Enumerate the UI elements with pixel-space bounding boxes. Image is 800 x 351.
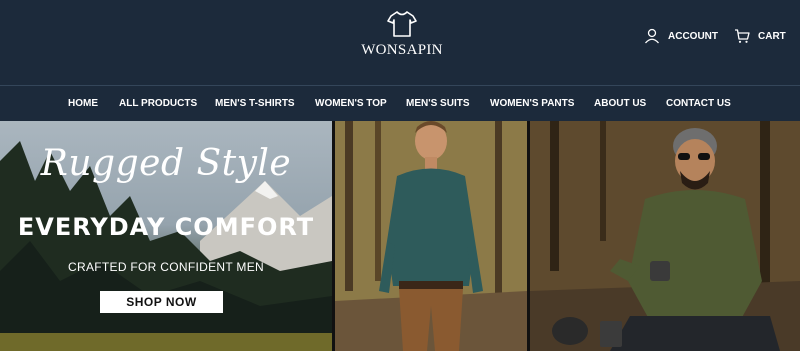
hero-script-title: Rugged Style (40, 143, 292, 184)
nav-home[interactable]: HOME (68, 98, 98, 109)
nav-about-us[interactable]: ABOUT US (594, 98, 646, 109)
main-nav: HOME ALL PRODUCTS MEN'S T-SHIRTS WOMEN'S… (0, 86, 800, 121)
user-icon (645, 28, 659, 44)
hero-headline: EVERYDAY COMFORT (17, 213, 315, 241)
hero-banner: Rugged Style EVERYDAY COMFORT CRAFTED FO… (0, 121, 800, 351)
cart-link[interactable]: CART (734, 27, 786, 45)
hero-panel-mountains: Rugged Style EVERYDAY COMFORT CRAFTED FO… (0, 121, 332, 351)
nav-womens-top[interactable]: WOMEN'S TOP (315, 98, 387, 109)
nav-womens-pants[interactable]: WOMEN'S PANTS (490, 98, 574, 109)
site-header: WONSAPIN ACCOUNT CART (0, 0, 800, 86)
nav-mens-suits[interactable]: MEN'S SUITS (406, 98, 470, 109)
hero-subline: CRAFTED FOR CONFIDENT MEN (68, 260, 264, 274)
cart-icon (735, 29, 750, 43)
model-jacket-illustration (530, 121, 800, 351)
nav-contact-us[interactable]: CONTACT US (666, 98, 731, 109)
nav-all-products[interactable]: ALL PRODUCTS (119, 98, 197, 109)
model-henley-illustration (335, 121, 527, 351)
account-link[interactable]: ACCOUNT (644, 27, 718, 45)
hero-panel-model-jacket (530, 121, 800, 351)
nav-mens-tshirts[interactable]: MEN'S T-SHIRTS (215, 98, 295, 109)
brand-name: WONSAPIN (361, 42, 443, 58)
hero-panel-model-henley (335, 121, 527, 351)
shop-now-button[interactable]: SHOP NOW (100, 291, 223, 313)
account-label: ACCOUNT (668, 30, 718, 42)
tshirt-icon (387, 11, 417, 37)
cart-label: CART (758, 30, 786, 42)
brand-logo[interactable]: WONSAPIN (340, 10, 464, 66)
